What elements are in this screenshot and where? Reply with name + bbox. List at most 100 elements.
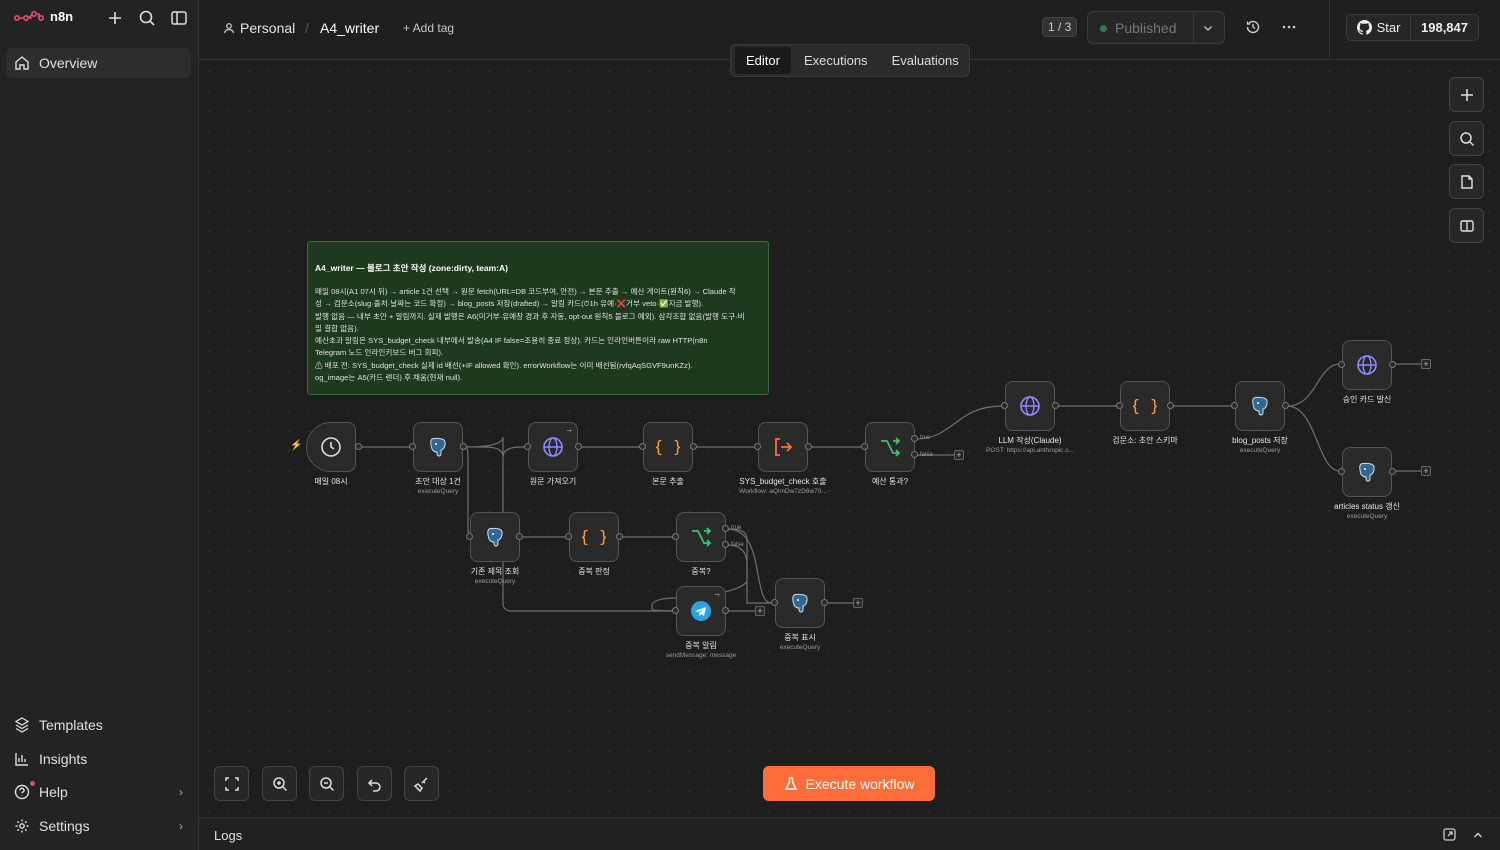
add-sticky-button[interactable] bbox=[1449, 164, 1484, 199]
execute-workflow-button[interactable]: Execute workflow bbox=[763, 766, 935, 801]
output-handle[interactable] bbox=[1389, 361, 1396, 368]
sidebar-item-templates[interactable]: Templates bbox=[6, 710, 191, 740]
node-extract-body[interactable]: { } bbox=[643, 422, 693, 472]
output-handle[interactable] bbox=[722, 607, 729, 614]
node-existing-titles[interactable] bbox=[470, 512, 520, 562]
search-nodes-button[interactable] bbox=[1449, 121, 1484, 156]
code-braces-icon: { } bbox=[582, 527, 606, 546]
undo-button[interactable] bbox=[357, 766, 392, 801]
history-icon[interactable] bbox=[1245, 19, 1261, 35]
sidebar-item-help[interactable]: Help › bbox=[6, 777, 191, 807]
n8n-logo-icon bbox=[14, 10, 44, 21]
sidebar-item-insights[interactable]: Insights bbox=[6, 744, 191, 774]
output-handle[interactable] bbox=[616, 533, 623, 540]
breadcrumb-project[interactable]: Personal bbox=[223, 20, 295, 36]
output-handle[interactable] bbox=[1052, 402, 1059, 409]
output-handle-false[interactable] bbox=[911, 451, 918, 458]
output-handle-true[interactable] bbox=[911, 435, 918, 442]
node-label: blog_posts 저장 bbox=[1232, 436, 1288, 445]
sticky-line: 밀 결합 없음). bbox=[315, 323, 359, 333]
view-tabs: Editor Executions Evaluations bbox=[730, 44, 970, 77]
tidy-up-button[interactable] bbox=[404, 766, 439, 801]
add-node-button[interactable]: + bbox=[853, 598, 863, 608]
input-handle[interactable] bbox=[672, 533, 679, 540]
input-handle[interactable] bbox=[1338, 361, 1345, 368]
node-save-posts[interactable] bbox=[1235, 381, 1285, 431]
add-tag-button[interactable]: + Add tag bbox=[403, 21, 454, 35]
output-handle[interactable] bbox=[1167, 402, 1174, 409]
input-handle[interactable] bbox=[565, 533, 572, 540]
input-handle[interactable] bbox=[1231, 402, 1238, 409]
input-handle[interactable] bbox=[861, 443, 868, 450]
node-llm-write[interactable] bbox=[1005, 381, 1055, 431]
version-indicator[interactable]: 1 / 3 bbox=[1042, 17, 1078, 37]
chevron-up-icon[interactable] bbox=[1472, 828, 1484, 846]
n8n-logo[interactable]: n8n bbox=[14, 9, 73, 24]
tab-editor[interactable]: Editor bbox=[735, 47, 791, 74]
tab-executions[interactable]: Executions bbox=[793, 47, 879, 74]
fit-view-button[interactable] bbox=[214, 766, 249, 801]
node-label: 승인 카드 발신 bbox=[1342, 395, 1392, 404]
github-star-button[interactable]: Star 198,847 bbox=[1346, 14, 1479, 41]
output-handle-true[interactable] bbox=[722, 525, 729, 532]
output-handle[interactable] bbox=[575, 443, 582, 450]
input-handle[interactable] bbox=[409, 443, 416, 450]
input-handle[interactable] bbox=[1116, 402, 1123, 409]
zoom-in-button[interactable] bbox=[262, 766, 297, 801]
output-handle[interactable] bbox=[355, 443, 362, 450]
postgres-icon bbox=[487, 527, 503, 547]
app-name: n8n bbox=[50, 9, 74, 24]
input-handle[interactable] bbox=[672, 607, 679, 614]
tab-evaluations[interactable]: Evaluations bbox=[881, 47, 970, 74]
add-node-panel-button[interactable] bbox=[1449, 77, 1484, 112]
zoom-out-button[interactable] bbox=[309, 766, 344, 801]
output-handle[interactable] bbox=[805, 443, 812, 450]
plus-icon[interactable] bbox=[106, 9, 124, 27]
input-handle[interactable] bbox=[466, 533, 473, 540]
node-fetch-source[interactable]: → bbox=[528, 422, 578, 472]
input-handle[interactable] bbox=[1338, 468, 1345, 475]
sidebar-actions bbox=[106, 9, 188, 27]
notification-dot bbox=[30, 781, 35, 786]
sidebar-item-settings[interactable]: Settings › bbox=[6, 811, 191, 841]
node-schedule-trigger[interactable] bbox=[306, 422, 356, 472]
popout-icon[interactable] bbox=[1443, 828, 1456, 846]
output-handle[interactable] bbox=[460, 443, 467, 450]
input-handle[interactable] bbox=[524, 443, 531, 450]
add-node-button[interactable]: + bbox=[954, 450, 964, 460]
input-handle[interactable] bbox=[771, 599, 778, 606]
project-name: Personal bbox=[240, 20, 296, 36]
output-handle-false[interactable] bbox=[722, 541, 729, 548]
logs-panel[interactable]: Logs bbox=[199, 817, 1500, 850]
input-handle[interactable] bbox=[1001, 402, 1008, 409]
output-handle[interactable] bbox=[1389, 468, 1396, 475]
node-dup-alert[interactable]: → bbox=[676, 586, 726, 636]
chevron-down-icon[interactable] bbox=[1202, 21, 1214, 39]
more-options-icon[interactable] bbox=[1281, 19, 1297, 35]
search-icon[interactable] bbox=[138, 9, 156, 27]
sidebar-toggle-icon[interactable] bbox=[170, 9, 188, 27]
node-draft-target[interactable] bbox=[413, 422, 463, 472]
workflow-name[interactable]: A4_writer bbox=[320, 20, 379, 36]
node-budget-check[interactable] bbox=[758, 422, 808, 472]
node-schema-check[interactable]: { } bbox=[1120, 381, 1170, 431]
add-node-button[interactable]: + bbox=[1421, 466, 1431, 476]
node-dup-check-if[interactable] bbox=[676, 512, 726, 562]
output-handle[interactable] bbox=[821, 599, 828, 606]
output-handle[interactable] bbox=[1282, 402, 1289, 409]
publish-button[interactable]: Published bbox=[1087, 11, 1225, 44]
output-handle[interactable] bbox=[690, 443, 697, 450]
output-handle[interactable] bbox=[516, 533, 523, 540]
node-approval-card[interactable] bbox=[1342, 340, 1392, 390]
toggle-panel-button[interactable] bbox=[1449, 208, 1484, 243]
input-handle[interactable] bbox=[754, 443, 761, 450]
add-node-button[interactable]: + bbox=[1421, 359, 1431, 369]
sticky-note[interactable]: A4_writer — 블로그 초안 작성 (zone:dirty, team:… bbox=[307, 241, 769, 395]
node-dup-mark[interactable] bbox=[775, 578, 825, 628]
node-budget-pass-if[interactable] bbox=[865, 422, 915, 472]
node-dup-judge[interactable]: { } bbox=[569, 512, 619, 562]
node-status-update[interactable] bbox=[1342, 447, 1392, 497]
input-handle[interactable] bbox=[639, 443, 646, 450]
add-node-button[interactable]: + bbox=[755, 606, 765, 616]
sidebar-item-overview[interactable]: Overview bbox=[6, 48, 191, 78]
